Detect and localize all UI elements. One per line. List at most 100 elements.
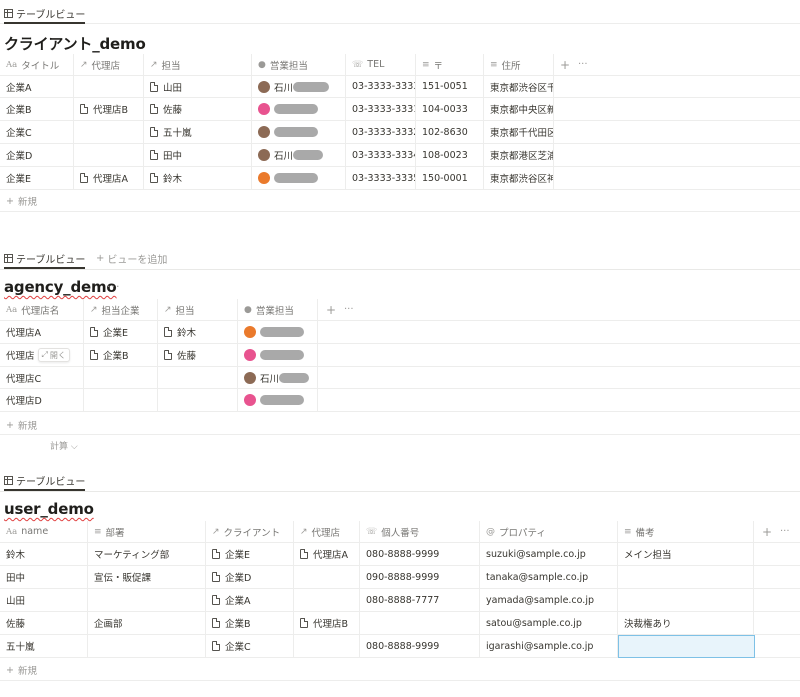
cell-name[interactable]: 代理店D (0, 389, 84, 411)
cell-phone[interactable] (360, 612, 480, 634)
cell-client[interactable]: 企業E (206, 543, 294, 565)
cell-agency[interactable] (74, 76, 144, 97)
add-column-button[interactable]: + (326, 299, 336, 320)
cell-dept[interactable] (88, 589, 206, 611)
col-note-header[interactable]: ≡ 備考 (618, 521, 754, 542)
cell-sales[interactable] (252, 167, 346, 189)
cell-email[interactable]: tanaka@sample.co.jp (480, 566, 618, 588)
cell-tel[interactable]: 03-3333-3335 (346, 167, 416, 189)
cell-phone[interactable]: 090-8888-9999 (360, 566, 480, 588)
cell-client[interactable]: 企業C (206, 635, 294, 657)
table-row[interactable]: 佐藤 企画部 企業B 代理店B satou@sample.co.jp 決裁権あり (0, 612, 800, 635)
table-row[interactable]: 代理店 ⤢ 開く 企業B 佐藤 (0, 344, 800, 367)
cell-owner[interactable]: 佐藤 (158, 344, 238, 366)
cell-name[interactable]: 田中 (0, 566, 88, 588)
cell-name[interactable]: 代理店 ⤢ 開く (0, 344, 84, 366)
cell-client[interactable]: 企業B (206, 612, 294, 634)
cell-client[interactable]: 企業A (206, 589, 294, 611)
cell-sales[interactable] (238, 321, 318, 343)
cell-owner[interactable]: 田中 (144, 144, 252, 166)
cell-sales[interactable]: 石川 (238, 367, 318, 388)
cell-title[interactable]: 企業C (0, 121, 74, 143)
table-row[interactable]: 代理店A 企業E 鈴木 (0, 321, 800, 344)
cell-owner[interactable] (158, 367, 238, 388)
cell-company[interactable] (84, 389, 158, 411)
cell-address[interactable]: 東京都渋谷区神 (484, 167, 554, 189)
cell-zip[interactable]: 150-0001 (416, 167, 484, 189)
cell-name[interactable]: 佐藤 (0, 612, 88, 634)
add-column-button[interactable]: + (762, 521, 772, 542)
cell-dept[interactable] (88, 635, 206, 657)
cell-agency[interactable]: 代理店A (74, 167, 144, 189)
cell-owner[interactable]: 鈴木 (158, 321, 238, 343)
add-column-button[interactable]: + (560, 54, 570, 75)
cell-name[interactable]: 代理店A (0, 321, 84, 343)
more-options-button[interactable]: ··· (344, 299, 354, 320)
table-row[interactable]: 企業C 五十嵐 03-3333-3332 102-8630 東京都千代田区 (0, 121, 800, 144)
cell-agency[interactable] (294, 635, 360, 657)
cell-sales[interactable] (238, 344, 318, 366)
cell-owner[interactable]: 鈴木 (144, 167, 252, 189)
cell-email[interactable]: yamada@sample.co.jp (480, 589, 618, 611)
table-row[interactable]: 田中 宣伝・販促課 企業D 090-8888-9999 tanaka@sampl… (0, 566, 800, 589)
cell-title[interactable]: 企業E (0, 167, 74, 189)
col-agency-header[interactable]: ↗ 代理店 (74, 54, 144, 75)
cell-owner[interactable] (158, 389, 238, 411)
cell-title[interactable]: 企業A (0, 76, 74, 97)
cell-sales[interactable]: 石川 (252, 144, 346, 166)
cell-agency[interactable] (294, 589, 360, 611)
col-owner-header[interactable]: ↗ 担当 (158, 299, 238, 320)
col-tel-header[interactable]: ☏ TEL (346, 54, 416, 75)
add-view-button[interactable]: + ビューを追加 (96, 249, 167, 267)
cell-company[interactable] (84, 367, 158, 388)
cell-company[interactable]: 企業B (84, 344, 158, 366)
new-row-button[interactable]: + 新規 (6, 194, 37, 209)
new-row-button[interactable]: + 新規 (6, 663, 37, 678)
cell-tel[interactable]: 03-3333-3333 (346, 76, 416, 97)
cell-email[interactable]: igarashi@sample.co.jp (480, 635, 618, 657)
col-address-header[interactable]: ≡ 住所 (484, 54, 554, 75)
cell-zip[interactable]: 102-8630 (416, 121, 484, 143)
agency-table-view-tab[interactable]: テーブルビュー (4, 249, 86, 269)
table-row[interactable]: 代理店D (0, 389, 800, 412)
cell-agency[interactable]: 代理店B (294, 612, 360, 634)
cell-tel[interactable]: 03-3333-3331 (346, 98, 416, 120)
calculate-button[interactable]: 計算 ⌵ (50, 439, 78, 452)
cell-zip[interactable]: 151-0051 (416, 76, 484, 97)
cell-phone[interactable]: 080-8888-9999 (360, 543, 480, 565)
cell-address[interactable]: 東京都渋谷区千 (484, 76, 554, 97)
cell-sales[interactable] (252, 121, 346, 143)
cell-name[interactable]: 五十嵐 (0, 635, 88, 657)
table-row[interactable]: 企業B 代理店B 佐藤 03-3333-3331 104-0033 東京都中央区… (0, 98, 800, 121)
table-row[interactable]: 鈴木 マーケティング部 企業E 代理店A 080-8888-9999 suzuk… (0, 543, 800, 566)
cell-company[interactable]: 企業E (84, 321, 158, 343)
cell-address[interactable]: 東京都港区芝浦 (484, 144, 554, 166)
table-row[interactable]: 企業D 田中 石川 03-3333-3334 108-0023 東京都港区芝浦 (0, 144, 800, 167)
cell-agency[interactable] (74, 121, 144, 143)
col-title-header[interactable]: Aa タイトル (0, 54, 74, 75)
cell-phone[interactable]: 080-8888-9999 (360, 635, 480, 657)
cell-tel[interactable]: 03-3333-3332 (346, 121, 416, 143)
col-agency-name-header[interactable]: Aa 代理店名 (0, 299, 84, 320)
col-client-header[interactable]: ↗ クライアント (206, 521, 294, 542)
cell-note[interactable] (618, 589, 754, 611)
cell-phone[interactable]: 080-8888-7777 (360, 589, 480, 611)
selected-cell-highlight[interactable] (618, 635, 755, 658)
cell-title[interactable]: 企業D (0, 144, 74, 166)
cell-agency[interactable]: 代理店B (74, 98, 144, 120)
cell-dept[interactable]: マーケティング部 (88, 543, 206, 565)
cell-email[interactable]: suzuki@sample.co.jp (480, 543, 618, 565)
cell-title[interactable]: 企業B (0, 98, 74, 120)
new-row-button[interactable]: + 新規 (6, 418, 37, 433)
client-table-view-tab[interactable]: テーブルビュー (4, 4, 86, 24)
more-options-button[interactable]: ··· (780, 521, 790, 542)
table-row[interactable]: 山田 企業A 080-8888-7777 yamada@sample.co.jp (0, 589, 800, 612)
cell-agency[interactable] (294, 566, 360, 588)
col-sales-header[interactable]: ● 営業担当 (238, 299, 318, 320)
cell-client[interactable]: 企業D (206, 566, 294, 588)
cell-note[interactable]: メイン担当 (618, 543, 754, 565)
cell-note[interactable] (618, 566, 754, 588)
cell-tel[interactable]: 03-3333-3334 (346, 144, 416, 166)
title-more-button[interactable]: ··· (107, 280, 121, 293)
col-company-header[interactable]: ↗ 担当企業 (84, 299, 158, 320)
